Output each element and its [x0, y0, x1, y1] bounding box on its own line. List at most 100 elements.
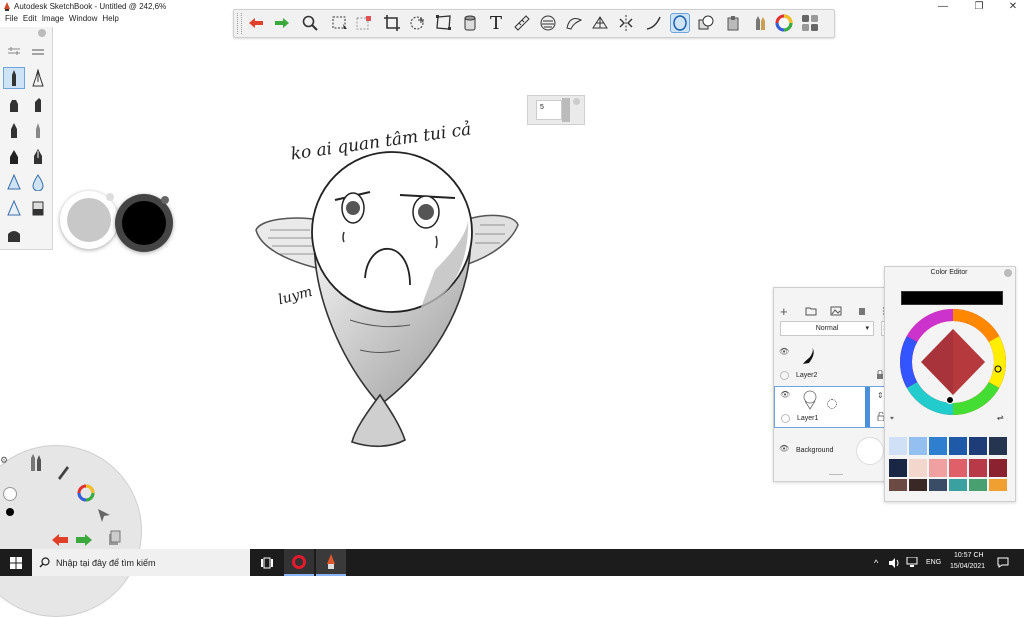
- clock-date[interactable]: 15/04/2021: [950, 563, 985, 570]
- task-view-icon[interactable]: [261, 557, 273, 569]
- undo-icon[interactable]: [246, 13, 266, 33]
- delete-layer-icon[interactable]: [857, 306, 867, 316]
- color-sliders-icon[interactable]: ⇌: [997, 413, 1004, 422]
- lagoon-brush-library-icon[interactable]: [28, 452, 44, 472]
- lagoon-gear-icon[interactable]: ⚙: [0, 455, 8, 466]
- stroke-tool-icon[interactable]: [644, 13, 664, 33]
- menu-help[interactable]: Help: [102, 14, 118, 23]
- water-drop-brush-icon[interactable]: [27, 171, 49, 193]
- lagoon-color-dot-icon[interactable]: [6, 508, 14, 516]
- layer-select-radio[interactable]: [780, 371, 789, 380]
- swatch[interactable]: [949, 437, 967, 455]
- swatch[interactable]: [909, 437, 927, 455]
- menu-window[interactable]: Window: [69, 14, 97, 23]
- lasso-transform-icon[interactable]: [408, 13, 428, 33]
- close-button[interactable]: ✕: [1002, 0, 1024, 14]
- french-curve-icon[interactable]: [564, 13, 584, 33]
- minimize-button[interactable]: —: [932, 0, 954, 14]
- windows-start-icon[interactable]: [10, 557, 22, 569]
- speaker-icon[interactable]: [888, 558, 900, 568]
- swatch[interactable]: [889, 479, 907, 491]
- swatch[interactable]: [969, 437, 987, 455]
- panel-close-icon[interactable]: [1004, 269, 1012, 277]
- blend-mode-select[interactable]: Normal ▾: [780, 321, 874, 336]
- panel-close-icon[interactable]: [38, 29, 46, 37]
- swatch[interactable]: [909, 459, 927, 477]
- swatch[interactable]: [949, 459, 967, 477]
- zoom-icon[interactable]: [300, 13, 320, 33]
- color-puck-primary[interactable]: [115, 194, 173, 252]
- select-icon[interactable]: [330, 13, 350, 33]
- fountain-pen-brush-icon[interactable]: [27, 145, 49, 167]
- layer-row[interactable]: 👁 Background: [774, 430, 891, 472]
- swatch[interactable]: [969, 479, 987, 491]
- shape-library-icon[interactable]: [696, 13, 716, 33]
- tray-chevron-up-icon[interactable]: ^: [874, 558, 878, 568]
- layer-move-arrows-icon[interactable]: ⇕: [877, 391, 884, 400]
- crop-icon[interactable]: [382, 13, 402, 33]
- ellipse-guide-icon[interactable]: [538, 13, 558, 33]
- eye-icon[interactable]: 👁: [780, 390, 790, 399]
- symmetry-icon[interactable]: [616, 13, 636, 33]
- menu-image[interactable]: Image: [42, 14, 64, 23]
- text-icon[interactable]: T: [486, 13, 506, 34]
- color-wheel-icon[interactable]: [774, 13, 794, 33]
- swatch[interactable]: [889, 459, 907, 477]
- swatch[interactable]: [989, 459, 1007, 477]
- fine-pen-brush-icon[interactable]: [27, 119, 49, 141]
- lagoon-select-icon[interactable]: [96, 507, 112, 523]
- redo-icon[interactable]: [272, 13, 292, 33]
- copic-icon[interactable]: [724, 13, 744, 33]
- eyedropper-icon[interactable]: ⌖: [890, 415, 894, 423]
- color-puck-secondary[interactable]: [60, 191, 118, 249]
- brush-library-small-icon[interactable]: [27, 41, 49, 63]
- swatch[interactable]: [969, 459, 987, 477]
- maximize-button[interactable]: ❐: [968, 0, 990, 14]
- swatch[interactable]: [929, 459, 947, 477]
- language-indicator[interactable]: ENG: [926, 559, 941, 566]
- felt-pen-brush-icon[interactable]: [27, 93, 49, 115]
- airbrush-icon[interactable]: [3, 171, 25, 193]
- menu-file[interactable]: File: [5, 14, 18, 23]
- eye-icon[interactable]: 👁: [779, 347, 789, 356]
- lock-icon[interactable]: [876, 370, 884, 379]
- lagoon-redo-icon[interactable]: [74, 532, 94, 548]
- ruler-icon[interactable]: [512, 13, 532, 33]
- lagoon-layers-icon[interactable]: [107, 530, 121, 546]
- lagoon-brush-icon[interactable]: [55, 463, 71, 481]
- lagoon-brush-size-icon[interactable]: [3, 487, 17, 501]
- background-color-swatch[interactable]: [856, 437, 884, 465]
- lagoon-undo-icon[interactable]: [50, 532, 70, 548]
- brush-size-slider[interactable]: [562, 98, 570, 122]
- swatch[interactable]: [889, 437, 907, 455]
- layer-row-selected[interactable]: 👁 Layer1 ⇕: [774, 386, 891, 428]
- color-wheel[interactable]: [898, 307, 1008, 417]
- ink-pen-brush-icon[interactable]: [3, 119, 25, 141]
- technical-pen-brush-icon[interactable]: [27, 67, 49, 89]
- calligraphy-brush-icon[interactable]: [3, 145, 25, 167]
- puck-handle-icon[interactable]: [161, 196, 169, 204]
- puck-close-icon[interactable]: [573, 98, 580, 105]
- marker-brush-icon[interactable]: [3, 93, 25, 115]
- perspective-icon[interactable]: [590, 13, 610, 33]
- swatch[interactable]: [929, 437, 947, 455]
- fill-icon[interactable]: [460, 13, 480, 33]
- swatch[interactable]: [909, 479, 927, 491]
- swatch[interactable]: [989, 437, 1007, 455]
- distort-icon[interactable]: [434, 13, 454, 33]
- swatch[interactable]: [929, 479, 947, 491]
- brush-library-icon[interactable]: [750, 13, 770, 33]
- sketchbook-taskbar-button[interactable]: [316, 549, 346, 576]
- swatch[interactable]: [989, 479, 1007, 491]
- add-layer-icon[interactable]: +: [780, 304, 788, 319]
- resize-handle[interactable]: [829, 474, 843, 475]
- opera-taskbar-button[interactable]: [284, 549, 314, 576]
- swatch[interactable]: [949, 479, 967, 491]
- toolbar-grip[interactable]: [237, 13, 242, 34]
- lagoon-color-wheel-icon[interactable]: [77, 484, 95, 502]
- crop-transform-icon[interactable]: [354, 13, 374, 33]
- soft-airbrush-icon[interactable]: [3, 197, 25, 219]
- menu-edit[interactable]: Edit: [23, 14, 37, 23]
- puck-handle-icon[interactable]: [106, 193, 114, 201]
- eraser-brush-icon[interactable]: [27, 197, 49, 219]
